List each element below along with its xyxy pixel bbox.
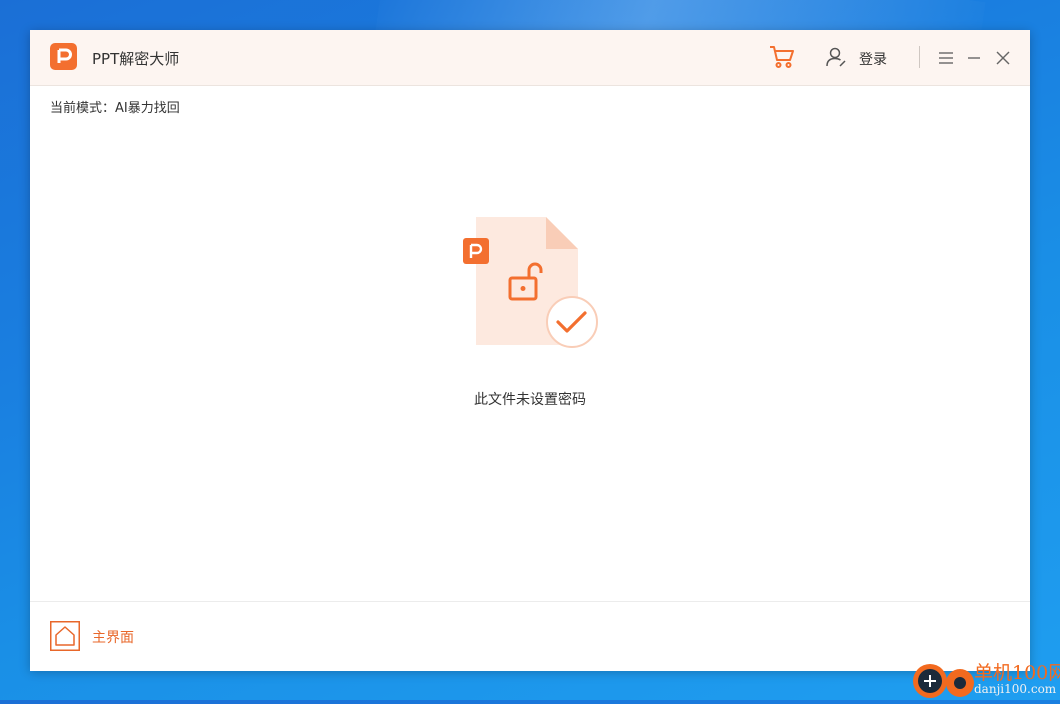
footer-bar: 主界面 — [30, 601, 1030, 671]
app-window: PPT解密大师 登录 当前模式：AI暴力找回 此文件未设置密码 主界面 — [30, 30, 1030, 671]
close-icon[interactable] — [996, 50, 1010, 65]
cart-icon[interactable] — [768, 44, 796, 70]
login-button[interactable]: 登录 — [859, 49, 887, 69]
mode-value: AI暴力找回 — [115, 101, 180, 116]
watermark-logo-icon — [910, 660, 976, 700]
user-icon[interactable] — [825, 46, 847, 68]
title-bar: PPT解密大师 登录 — [30, 30, 1030, 86]
status-message: 此文件未设置密码 — [474, 392, 586, 408]
watermark-domain: danji100.com — [974, 682, 1057, 696]
current-mode: 当前模式：AI暴力找回 — [50, 97, 180, 116]
titlebar-divider — [919, 46, 920, 68]
minimize-icon[interactable] — [967, 50, 981, 64]
home-label: 主界面 — [92, 630, 134, 646]
unlocked-ppt-file-icon — [462, 216, 602, 351]
menu-icon[interactable] — [938, 50, 954, 64]
mode-label: 当前模式： — [50, 101, 116, 116]
home-icon — [50, 621, 80, 651]
site-watermark: 单机100网 danji100.com — [908, 658, 1060, 700]
watermark-text: 单机100网 — [974, 662, 1060, 684]
app-title: PPT解密大师 — [92, 50, 180, 68]
app-logo-icon — [50, 43, 77, 70]
